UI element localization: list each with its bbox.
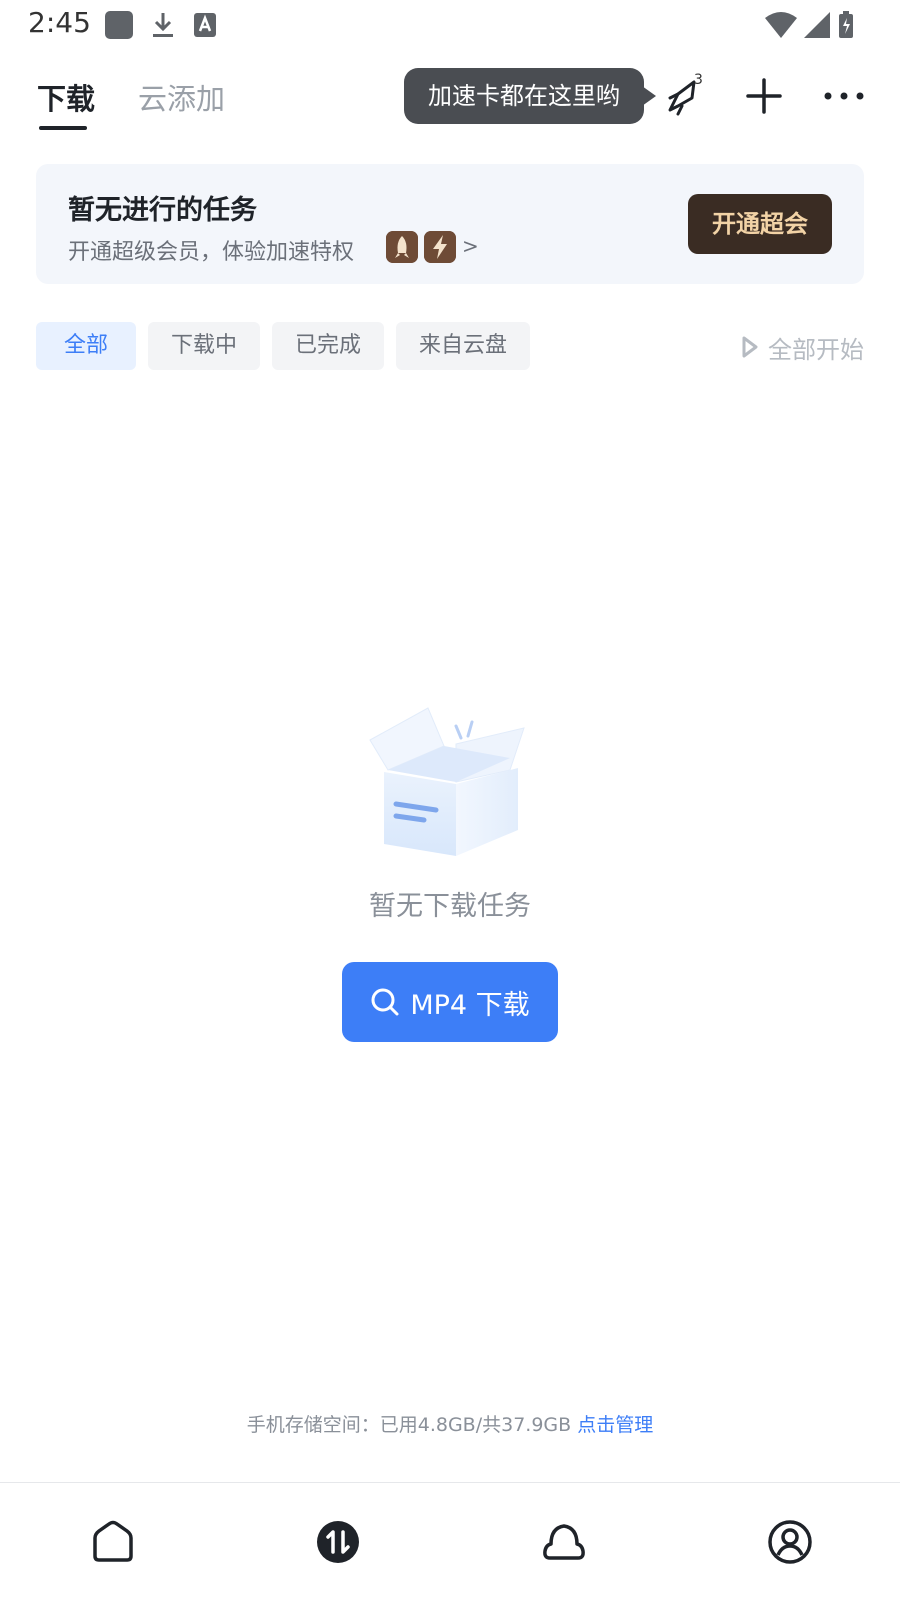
plus-icon[interactable] [738, 70, 790, 122]
filter-from-cloud[interactable]: 来自云盘 [396, 322, 530, 370]
wifi-icon [765, 12, 797, 38]
profile-icon[interactable] [766, 1518, 814, 1566]
start-all-button[interactable]: 全部开始 [768, 330, 864, 365]
empty-message: 暂无下载任务 [369, 891, 531, 922]
tooltip-arrow [642, 86, 656, 106]
search-icon [371, 988, 399, 1016]
banner-subtitle: 开通超级会员，体验加速特权 [68, 240, 355, 265]
app-notification-icon [105, 11, 133, 39]
mp4-download-button[interactable]: MP4 下载 [342, 962, 558, 1042]
filter-all[interactable]: 全部 [36, 322, 136, 370]
speed-card-tooltip: 加速卡都在这里哟 [404, 68, 644, 124]
empty-box-icon [369, 707, 525, 856]
rocket-icon [386, 231, 418, 263]
signal-icon [804, 12, 830, 38]
battery-icon [839, 11, 853, 38]
active-tab-indicator [39, 126, 87, 130]
play-icon [742, 336, 758, 358]
banner-title: 暂无进行的任务 [68, 195, 257, 226]
status-time: 2:45 [28, 6, 91, 39]
storage-info: 手机存储空间：已用4.8GB/共37.9GB 点击管理 [0, 1410, 900, 1437]
mp4-download-label: MP4 下载 [410, 989, 530, 1021]
tab-cloud-add[interactable]: 云添加 [138, 76, 225, 118]
text-status-icon [194, 13, 216, 37]
open-vip-button[interactable]: 开通超会 [688, 194, 832, 254]
transfer-icon[interactable] [314, 1518, 362, 1566]
cloud-icon[interactable] [540, 1518, 588, 1566]
more-icon[interactable] [818, 70, 870, 122]
tab-download[interactable]: 下载 [37, 76, 95, 118]
nav-divider [0, 1482, 900, 1483]
storage-text: 手机存储空间：已用4.8GB/共37.9GB [246, 1414, 572, 1436]
download-page: 2:45 下载 云添加 加速卡都在这里哟 3 暂无进行的任务 开通超级会员，体验… [0, 0, 900, 1600]
banner-arrow: > [462, 234, 479, 258]
filter-completed[interactable]: 已完成 [272, 322, 384, 370]
filter-downloading[interactable]: 下载中 [148, 322, 260, 370]
notification-count: 3 [694, 72, 703, 88]
lightning-icon [424, 231, 456, 263]
home-icon[interactable] [89, 1518, 137, 1566]
manage-storage-link[interactable]: 点击管理 [577, 1414, 653, 1436]
download-status-icon [153, 13, 173, 37]
